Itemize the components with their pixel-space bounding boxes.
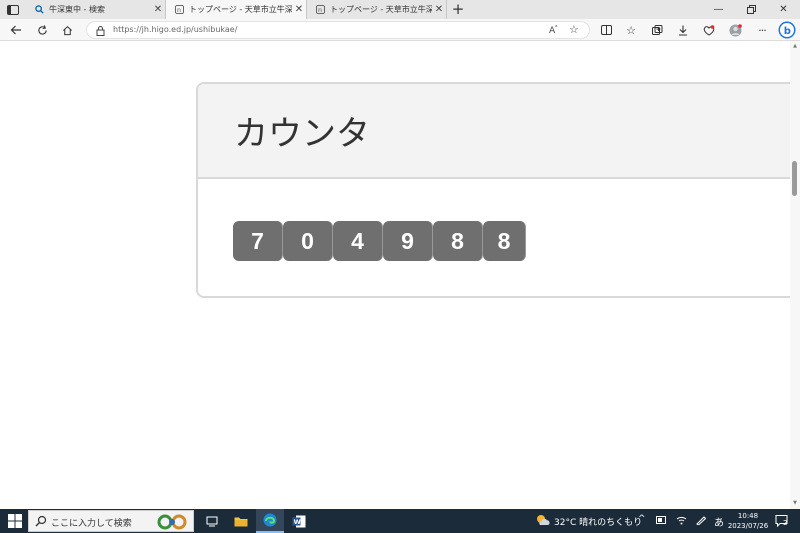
svg-text:b: b (784, 26, 791, 37)
show-hidden-icons-icon[interactable]: ^ (638, 514, 646, 524)
pen-icon[interactable] (696, 515, 707, 528)
close-tab-icon[interactable]: ✕ (151, 4, 165, 15)
svg-text:n: n (317, 7, 321, 14)
edge-browser-icon[interactable] (256, 509, 284, 533)
collections-icon[interactable] (648, 21, 666, 39)
windows-start-icon[interactable] (8, 514, 22, 528)
visitor-counter: 7 0 4 9 8 8 (233, 221, 526, 261)
tab-title: トップページ - 天草市立牛深東中学 (330, 5, 432, 14)
browser-essentials-icon[interactable] (700, 21, 718, 39)
browser-toolbar: https://jh.higo.ed.jp/ushibukae/ Aᵃ ☆ ☆ … (0, 19, 800, 41)
address-bar[interactable]: https://jh.higo.ed.jp/ushibukae/ Aᵃ ☆ (86, 21, 590, 39)
weather-text: 32°C 晴れのちくもり (554, 518, 643, 528)
split-screen-icon[interactable] (597, 21, 615, 39)
ime-indicator[interactable]: あ (714, 514, 724, 529)
profile-avatar[interactable] (726, 21, 744, 39)
weather-widget[interactable]: 32°C 晴れのちくもり (536, 514, 642, 529)
wifi-icon[interactable] (676, 515, 687, 528)
bing-chat-icon[interactable]: b (777, 20, 797, 40)
counter-digit: 9 (383, 221, 433, 261)
tab-strip: 牛深東中 - 検索 ✕ n トップページ - 天草市立牛深東中学 ✕ n トップ… (0, 0, 800, 19)
search-icon (34, 5, 44, 15)
taskbar-search-box[interactable]: ここに入力して検索 (28, 510, 194, 532)
new-tab-icon[interactable]: + (450, 1, 466, 18)
task-view-icon[interactable] (198, 509, 226, 533)
system-clock[interactable]: 10:48 2023/07/26 (726, 511, 770, 531)
url-host: https://jh.higo.ed.jp (113, 25, 192, 34)
windows-taskbar: ここに入力して検索 W 32°C 晴れのちくもり ^ あ 10:48 2023/… (0, 509, 800, 533)
back-icon[interactable] (7, 21, 25, 39)
close-window-icon[interactable]: ✕ (767, 0, 800, 19)
tab-top-page-active[interactable]: n トップページ - 天草市立牛深東中学 ✕ (166, 0, 307, 19)
tab-title: 牛深東中 - 検索 (49, 5, 105, 14)
counter-digit: 8 (483, 221, 526, 261)
counter-digit: 7 (233, 221, 283, 261)
panel-title: カウンタ (234, 114, 370, 154)
notification-center-icon[interactable]: 2 (774, 513, 790, 529)
refresh-icon[interactable] (33, 21, 51, 39)
search-highlight-icon (155, 514, 191, 530)
svg-text:W: W (294, 518, 301, 526)
svg-text:n: n (176, 7, 180, 14)
scroll-down-icon[interactable]: ▼ (791, 500, 799, 506)
clock-date: 2023/07/26 (727, 522, 769, 530)
search-placeholder: ここに入力して検索 (51, 519, 132, 529)
close-tab-icon[interactable]: ✕ (292, 4, 306, 15)
page-viewport: カウンタ 7 0 4 9 8 8 (0, 41, 790, 509)
scroll-up-icon[interactable]: ▲ (791, 43, 799, 49)
counter-digit: 4 (333, 221, 383, 261)
read-aloud-icon[interactable]: Aᵃ (549, 24, 558, 36)
vertical-scrollbar[interactable]: ▲ ▼ (790, 41, 800, 509)
tab-actions-icon[interactable] (4, 2, 22, 17)
favorites-icon[interactable]: ☆ (622, 21, 640, 39)
panel-header: カウンタ (198, 84, 790, 179)
counter-digit: 8 (433, 221, 483, 261)
search-icon (35, 515, 47, 527)
file-explorer-icon[interactable] (227, 509, 255, 533)
close-tab-icon[interactable]: ✕ (432, 4, 446, 15)
clock-time: 10:48 (737, 512, 759, 520)
scrollbar-thumb[interactable] (792, 161, 797, 196)
battery-icon[interactable] (656, 516, 667, 527)
restore-icon[interactable] (735, 0, 768, 19)
tab-title: トップページ - 天草市立牛深東中学 (189, 5, 292, 14)
site-info-icon[interactable] (96, 25, 105, 39)
page-icon: n (315, 5, 325, 15)
tab-search[interactable]: 牛深東中 - 検索 ✕ (26, 0, 166, 19)
counter-panel: カウンタ 7 0 4 9 8 8 (196, 82, 790, 298)
url-text: https://jh.higo.ed.jp/ushibukae/ (113, 25, 237, 34)
notification-count: 2 (783, 519, 788, 527)
tab-top-page[interactable]: n トップページ - 天草市立牛深東中学 ✕ (307, 0, 447, 19)
more-options-icon[interactable]: ··· (753, 21, 771, 39)
word-icon[interactable]: W (285, 509, 313, 533)
downloads-icon[interactable] (674, 21, 692, 39)
url-path: /ushibukae/ (191, 25, 238, 34)
counter-digit: 0 (283, 221, 333, 261)
weather-icon (536, 514, 550, 529)
minimize-icon[interactable]: — (702, 0, 735, 19)
home-icon[interactable] (58, 21, 76, 39)
favorite-star-icon[interactable]: ☆ (569, 23, 579, 36)
page-icon: n (174, 5, 184, 15)
